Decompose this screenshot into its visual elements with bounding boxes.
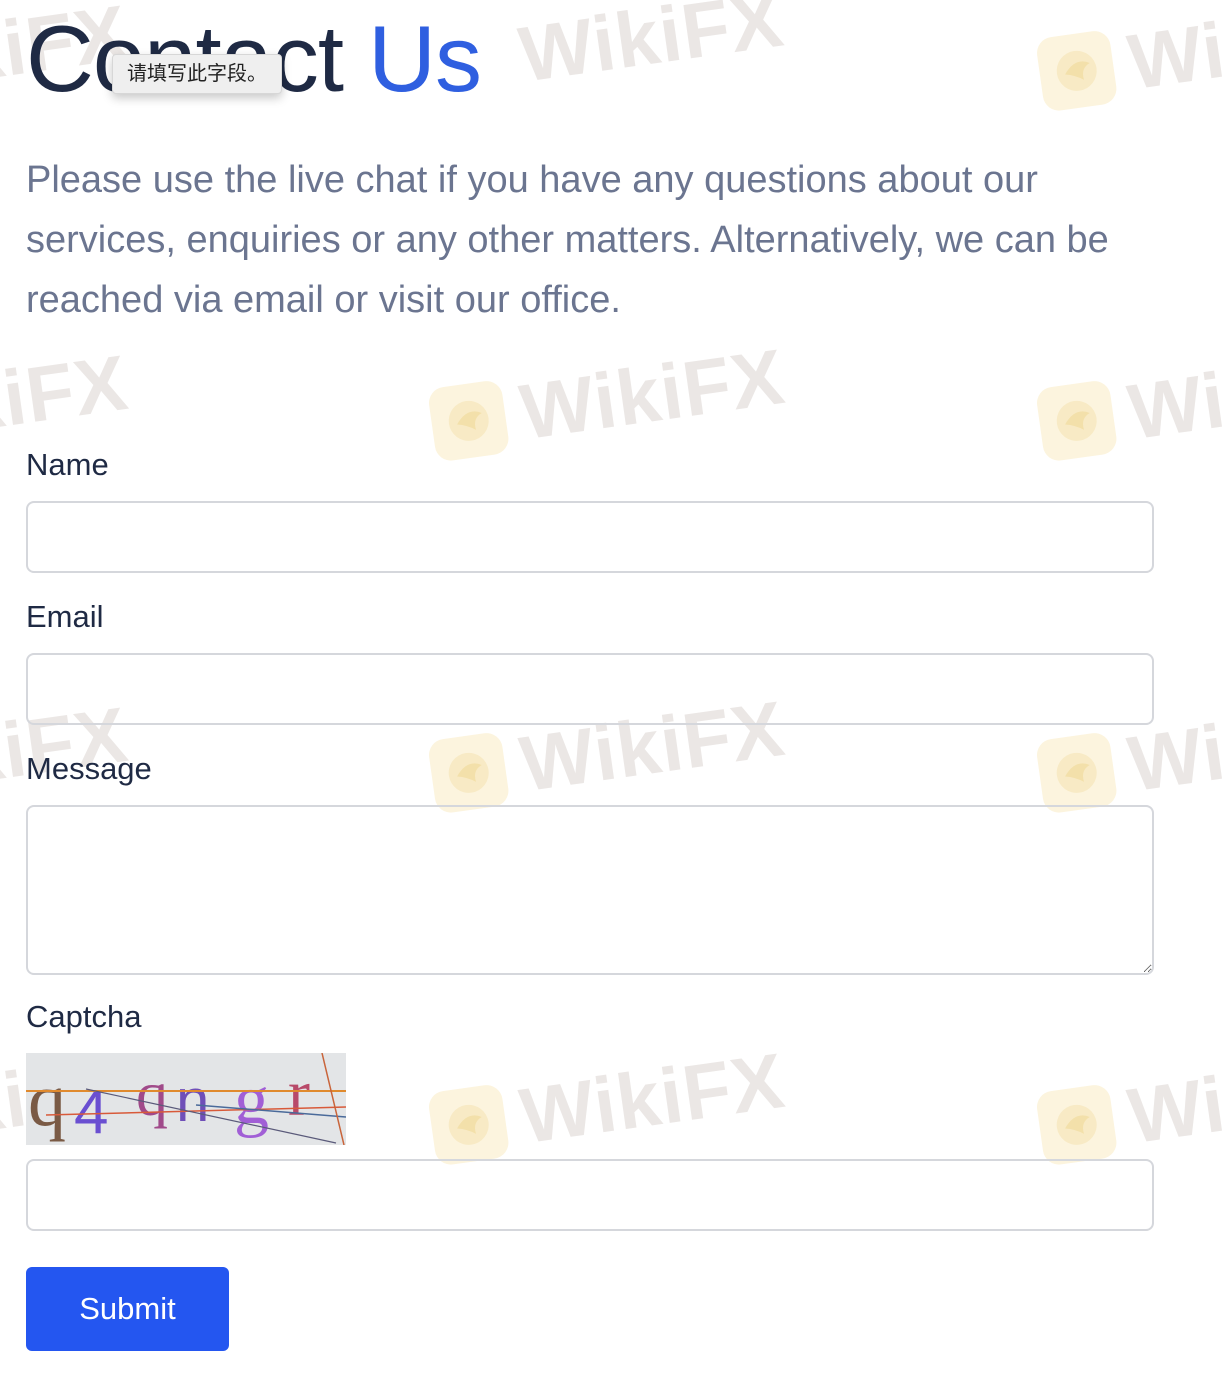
eagle-logo-icon [426, 730, 511, 815]
captcha-label: Captcha [26, 999, 142, 1034]
validation-tooltip: 请填写此字段。 [112, 54, 282, 94]
watermark: WikiFX [426, 1035, 791, 1175]
email-label: Email [26, 599, 104, 634]
eagle-logo-icon [426, 1082, 511, 1167]
submit-button[interactable]: Submit [26, 1267, 229, 1351]
watermark-text: WikiFX [513, 0, 789, 99]
name-label: Name [26, 447, 109, 482]
watermark: WikiFX [426, 331, 791, 471]
watermark-text: Wi [1122, 1059, 1222, 1161]
svg-text:r: r [288, 1057, 310, 1130]
eagle-logo-icon [1034, 730, 1119, 815]
watermark: Wi [1034, 354, 1222, 470]
eagle-logo-icon [1034, 378, 1119, 463]
eagle-logo-icon [1034, 1082, 1119, 1167]
message-label: Message [26, 751, 152, 786]
watermark: Wi [1034, 4, 1222, 120]
message-textarea[interactable] [26, 805, 1154, 975]
watermark: kiFX [0, 337, 133, 451]
watermark-text: WikiFX [514, 1035, 790, 1161]
watermark: Wi [1034, 1058, 1222, 1174]
watermark-text: Wi [1122, 5, 1222, 107]
svg-text:q: q [28, 1058, 66, 1142]
email-input[interactable] [26, 653, 1154, 725]
svg-text:q: q [136, 1058, 168, 1129]
watermark-text: Wi [1122, 355, 1222, 457]
watermark-text: kiFX [0, 337, 134, 449]
svg-text:n: n [176, 1067, 209, 1134]
eagle-logo-icon [426, 378, 511, 463]
watermark: WikiFX [514, 0, 789, 101]
svg-text:4: 4 [74, 1078, 108, 1145]
watermark-text: WikiFX [514, 331, 790, 457]
captcha-input[interactable] [26, 1159, 1154, 1231]
eagle-logo-icon [1034, 28, 1119, 113]
page-title-accent: Us [368, 6, 482, 111]
captcha-graphic: q 4 q n g r [26, 1053, 346, 1145]
name-input[interactable] [26, 501, 1154, 573]
captcha-image: q 4 q n g r [26, 1053, 346, 1145]
contact-page: kiFX WikiFX Wi kiFX WikiFX Wi kiFX WikiF… [0, 0, 1222, 1390]
intro-text: Please use the live chat if you have any… [26, 159, 1109, 321]
